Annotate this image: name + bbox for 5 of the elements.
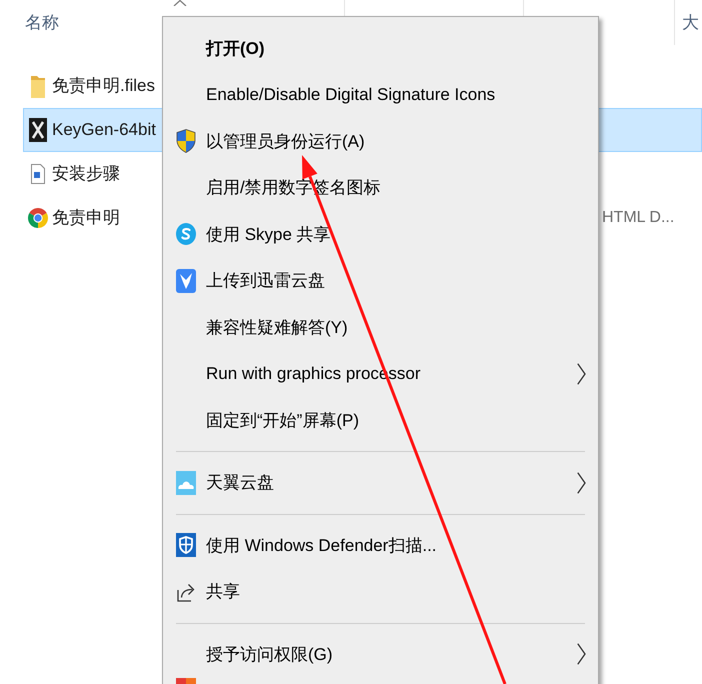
file-name: 免责申明 (52, 207, 120, 230)
file-name: 免责申明.files (52, 75, 155, 98)
file-type: HTML D... (602, 208, 674, 228)
file-name: KeyGen-64bit (52, 119, 156, 142)
file-name: 安装步骤 (52, 163, 120, 186)
